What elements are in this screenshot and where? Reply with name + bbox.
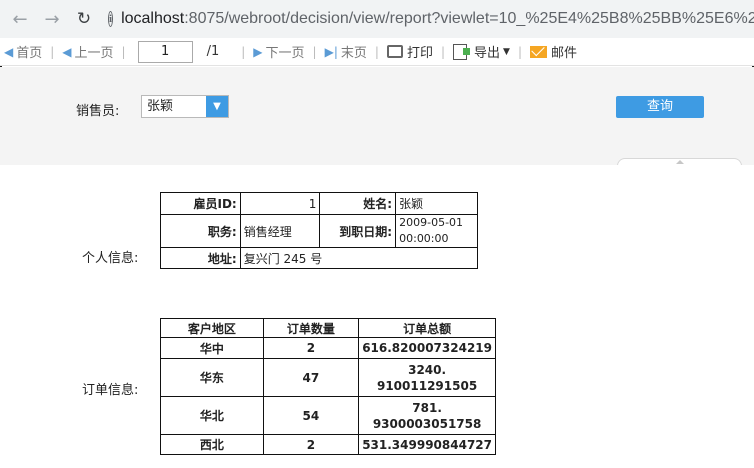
toolbar-divider: |: [440, 44, 445, 59]
personal-info-table: 雇员ID: 1 姓名: 张颖 职务: 销售经理 到职日期: 2009-05-01…: [160, 192, 479, 269]
address-value: 复兴门 245 号: [239, 247, 479, 269]
last-page-button[interactable]: ▶| 末页: [325, 38, 367, 66]
back-arrow-icon[interactable]: ←: [10, 9, 30, 30]
total-pages: /1: [206, 44, 220, 59]
export-button[interactable]: 导出 ▼: [453, 38, 510, 66]
email-label: 邮件: [550, 46, 577, 61]
page-number-input[interactable]: [137, 40, 193, 63]
table-row: 华北 54 781. 9300003051758: [160, 396, 496, 435]
column-header: 客户地区: [160, 318, 264, 338]
query-button[interactable]: 查询: [616, 96, 704, 118]
personal-info-label: 个人信息:: [82, 251, 139, 266]
region-cell: 西北: [160, 434, 264, 455]
url-path: :8075/webroot/decision/view/report?viewl…: [184, 10, 754, 27]
export-label: 导出: [474, 46, 501, 61]
salesperson-value: 张颖: [147, 99, 174, 114]
employee-id-label: 雇员ID:: [160, 192, 241, 215]
table-row: 西北 2 531.349990844727: [160, 434, 496, 455]
total-line1: 781.: [412, 400, 442, 415]
printer-icon: [386, 45, 403, 58]
count-cell: 54: [262, 396, 360, 435]
hire-date-line2: 00:00:00: [399, 232, 449, 245]
report-toolbar: ◀ 首页 | ◀ 上一页 | /1 | ▶ 下一页 | ▶| 末页 | 打印 |…: [0, 38, 754, 66]
region-cell: 华东: [160, 358, 264, 397]
toolbar-divider: |: [517, 44, 522, 59]
prev-page-button[interactable]: ◀ 上一页: [62, 38, 113, 66]
toolbar-divider: |: [312, 44, 317, 59]
email-button[interactable]: 邮件: [529, 38, 577, 66]
table-row: 华东 47 3240. 910011291505: [160, 358, 496, 397]
chevron-down-icon[interactable]: ▼: [206, 96, 228, 117]
salesperson-label: 销售员:: [76, 104, 120, 119]
hire-date-value: 2009-05-01 00:00:00: [395, 214, 478, 248]
address-label: 地址:: [160, 247, 241, 269]
first-page-button[interactable]: ◀ 首页: [4, 38, 42, 66]
column-header: 订单数量: [262, 318, 360, 338]
table-header-row: 客户地区 订单数量 订单总额: [160, 318, 496, 338]
order-info-label: 订单信息:: [82, 383, 139, 398]
export-icon: [453, 43, 470, 60]
total-line1: 531.349990844727: [362, 437, 492, 452]
next-page-icon: ▶: [253, 44, 263, 59]
total-cell: 531.349990844727: [358, 434, 496, 455]
order-info-table: 客户地区 订单数量 订单总额 华中 2 616.820007324219 华东 …: [160, 318, 496, 455]
url-host: localhost: [121, 10, 185, 27]
region-cell: 华中: [160, 337, 264, 359]
prev-page-icon: ◀: [62, 44, 72, 59]
first-page-icon: ◀: [4, 44, 14, 59]
total-line1: 616.820007324219: [362, 341, 492, 355]
parameter-panel: 销售员: 张颖 ▼ 查询: [0, 67, 754, 168]
forward-arrow-icon[interactable]: →: [42, 9, 62, 30]
prev-page-label: 上一页: [74, 46, 114, 61]
last-page-label: 末页: [340, 46, 367, 61]
count-cell: 2: [262, 337, 360, 359]
print-label: 打印: [406, 46, 433, 61]
hire-date-label: 到职日期:: [319, 214, 397, 248]
title-label: 职务:: [160, 214, 241, 248]
total-line1: 3240.: [408, 362, 447, 377]
toolbar-divider: |: [121, 44, 126, 59]
total-cell: 616.820007324219: [358, 337, 496, 359]
count-cell: 2: [262, 434, 360, 455]
table-row: 华中 2 616.820007324219: [160, 337, 496, 359]
url-field[interactable]: i localhost:8075/webroot/decision/view/r…: [108, 0, 754, 38]
region-cell: 华北: [160, 396, 264, 435]
next-page-button[interactable]: ▶ 下一页: [253, 38, 304, 66]
name-value: 张颖: [395, 192, 478, 215]
next-page-label: 下一页: [265, 46, 305, 61]
count-cell: 47: [262, 358, 360, 397]
total-line2: 9300003051758: [372, 416, 482, 431]
hire-date-line1: 2009-05-01: [399, 216, 464, 229]
info-icon[interactable]: i: [108, 11, 114, 27]
total-cell: 3240. 910011291505: [358, 358, 496, 397]
toolbar-divider: |: [50, 44, 55, 59]
browser-address-bar: ← → ↻ i localhost:8075/webroot/decision/…: [0, 0, 754, 38]
toolbar-divider: |: [241, 44, 246, 59]
reload-icon[interactable]: ↻: [74, 9, 94, 29]
total-line2: 910011291505: [376, 378, 478, 393]
print-button[interactable]: 打印: [386, 38, 433, 66]
chevron-down-icon: ▼: [503, 46, 510, 57]
name-label: 姓名:: [319, 192, 397, 215]
total-cell: 781. 9300003051758: [358, 396, 496, 435]
last-page-icon: ▶|: [324, 44, 338, 59]
first-page-label: 首页: [16, 46, 43, 61]
toolbar-divider: |: [374, 44, 379, 59]
employee-id-value: 1: [239, 192, 321, 215]
salesperson-select[interactable]: 张颖 ▼: [141, 95, 229, 118]
column-header: 订单总额: [358, 318, 496, 338]
title-value: 销售经理: [239, 214, 321, 248]
mail-icon: [529, 45, 547, 58]
report-content: 个人信息: 雇员ID: 1 姓名: 张颖 职务: 销售经理 到职日期: 2009…: [0, 165, 754, 468]
